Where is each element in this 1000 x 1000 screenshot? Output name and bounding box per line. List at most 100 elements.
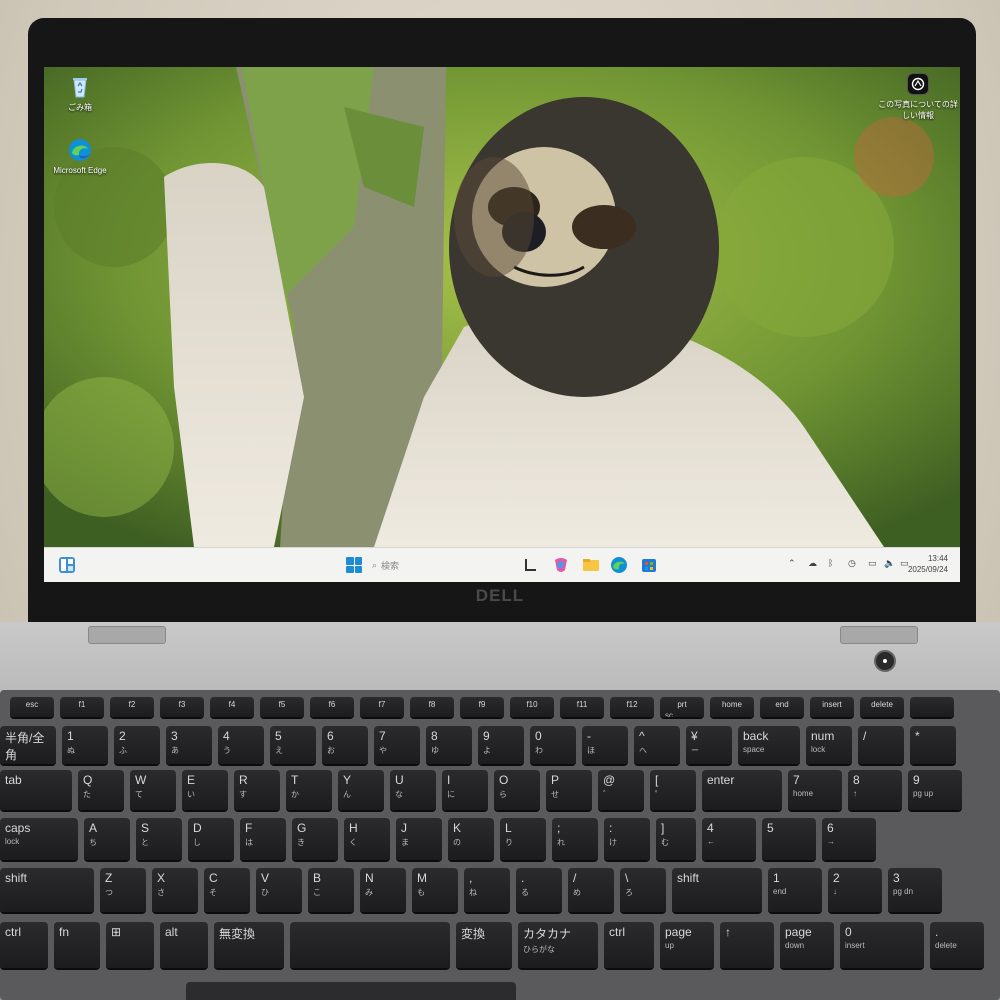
key[interactable]: -ほ xyxy=(582,726,628,764)
key[interactable]: Pせ xyxy=(546,770,592,810)
key[interactable]: Jま xyxy=(396,818,442,860)
key[interactable]: .る xyxy=(516,868,562,912)
key[interactable]: num lock xyxy=(806,726,852,764)
key[interactable]: Kの xyxy=(448,818,494,860)
taskbar-clock[interactable]: 13:44 2025/09/24 xyxy=(908,553,948,575)
key[interactable]: Vひ xyxy=(256,868,302,912)
key[interactable]: Aち xyxy=(84,818,130,860)
key[interactable]: f7 xyxy=(360,697,404,717)
key[interactable]: alt xyxy=(160,922,208,968)
key[interactable]: 6お xyxy=(322,726,368,764)
cloud-icon[interactable]: ☁ xyxy=(808,559,817,569)
key[interactable]: Oら xyxy=(494,770,540,810)
key[interactable]: Dし xyxy=(188,818,234,860)
key[interactable]: カタカナ ひらがな xyxy=(518,922,598,968)
key[interactable]: Iに xyxy=(442,770,488,810)
key[interactable]: ^ へ xyxy=(634,726,680,764)
power-button[interactable] xyxy=(874,650,896,672)
key[interactable]: page down xyxy=(780,922,834,968)
key[interactable]: f5 xyxy=(260,697,304,717)
key[interactable]: 1 end xyxy=(768,868,822,912)
key[interactable]: 4う xyxy=(218,726,264,764)
bluetooth-icon[interactable]: ᛒ xyxy=(828,559,833,569)
key[interactable]: Sと xyxy=(136,818,182,860)
key[interactable]: Hく xyxy=(344,818,390,860)
key[interactable]: insert xyxy=(810,697,854,717)
key[interactable]: Lり xyxy=(500,818,546,860)
network-icon[interactable]: ▭ xyxy=(868,559,877,569)
key[interactable]: 8ゆ xyxy=(426,726,472,764)
widgets-icon[interactable] xyxy=(58,556,76,574)
key[interactable]: 無変換 xyxy=(214,922,284,968)
store-icon[interactable] xyxy=(640,556,658,574)
start-icon[interactable] xyxy=(346,557,362,573)
key[interactable]: prt sc xyxy=(660,697,704,717)
key[interactable]: 半角/全角 xyxy=(0,726,56,764)
key[interactable]: 3 pg dn xyxy=(888,868,942,912)
key[interactable]: \ ろ xyxy=(620,868,666,912)
key[interactable]: 0わ xyxy=(530,726,576,764)
key[interactable]: Gき xyxy=(292,818,338,860)
trackpad[interactable] xyxy=(186,982,516,1000)
key[interactable]: home xyxy=(710,697,754,717)
key[interactable]: / め xyxy=(568,868,614,912)
clock-icon[interactable]: ◷ xyxy=(848,559,856,569)
key[interactable]: 3あ xyxy=(166,726,212,764)
key[interactable]: Mも xyxy=(412,868,458,912)
key[interactable]: f1 xyxy=(60,697,104,717)
key[interactable]: ⊞ xyxy=(106,922,154,968)
key[interactable]: f2 xyxy=(110,697,154,717)
key[interactable]: ctrl xyxy=(604,922,654,968)
key[interactable]: f10 xyxy=(510,697,554,717)
key[interactable]: f9 xyxy=(460,697,504,717)
key[interactable]: back space xyxy=(738,726,800,764)
key[interactable]: @ ゛ xyxy=(598,770,644,810)
key[interactable]: / xyxy=(858,726,904,764)
key[interactable]: f4 xyxy=(210,697,254,717)
key[interactable]: 変換 xyxy=(456,922,512,968)
key[interactable]: Fは xyxy=(240,818,286,860)
key[interactable] xyxy=(290,922,450,968)
key[interactable]: f6 xyxy=(310,697,354,717)
desktop-icon-recycle-bin[interactable]: ごみ箱 xyxy=(44,73,120,113)
key[interactable]: enter xyxy=(702,770,782,810)
key[interactable]: caps lock xyxy=(0,818,78,860)
key[interactable]: Cそ xyxy=(204,868,250,912)
key[interactable]: ctrl xyxy=(0,922,48,968)
key[interactable]: f8 xyxy=(410,697,454,717)
key[interactable]: shift xyxy=(672,868,762,912)
key[interactable]: tab xyxy=(0,770,72,810)
key[interactable]: . delete xyxy=(930,922,984,968)
key[interactable]: 8 ↑ xyxy=(848,770,902,810)
chevron-up-icon[interactable]: ⌃ xyxy=(788,559,796,569)
key[interactable]: 7や xyxy=(374,726,420,764)
key[interactable]: Qた xyxy=(78,770,124,810)
key[interactable]: 9 pg up xyxy=(908,770,962,810)
key[interactable]: ] む xyxy=(656,818,696,860)
about-this-photo[interactable]: この写真についての詳しい情報 xyxy=(878,73,958,121)
key[interactable]: 5 xyxy=(762,818,816,860)
key[interactable]: Eい xyxy=(182,770,228,810)
key[interactable]: 2ふ xyxy=(114,726,160,764)
key[interactable]: Uな xyxy=(390,770,436,810)
key[interactable]: 7 home xyxy=(788,770,842,810)
key[interactable]: Tか xyxy=(286,770,332,810)
key[interactable]: 9よ xyxy=(478,726,524,764)
key[interactable]: ↑ xyxy=(720,922,774,968)
copilot-icon[interactable] xyxy=(552,556,570,574)
key[interactable]: f3 xyxy=(160,697,204,717)
key[interactable]: ¥ ー xyxy=(686,726,732,764)
file-explorer-icon[interactable] xyxy=(582,556,600,574)
key[interactable]: f11 xyxy=(560,697,604,717)
desktop-icon-edge[interactable]: Microsoft Edge xyxy=(44,137,120,175)
task-view-icon[interactable] xyxy=(522,556,540,574)
key[interactable]: 0 insert xyxy=(840,922,924,968)
key[interactable]: 5え xyxy=(270,726,316,764)
key[interactable]: ; れ xyxy=(552,818,598,860)
key[interactable]: esc xyxy=(10,697,54,717)
edge-icon[interactable] xyxy=(610,556,628,574)
key[interactable]: 2 ↓ xyxy=(828,868,882,912)
key[interactable]: [゜ xyxy=(650,770,696,810)
key[interactable] xyxy=(910,697,954,717)
key[interactable]: * xyxy=(910,726,956,764)
